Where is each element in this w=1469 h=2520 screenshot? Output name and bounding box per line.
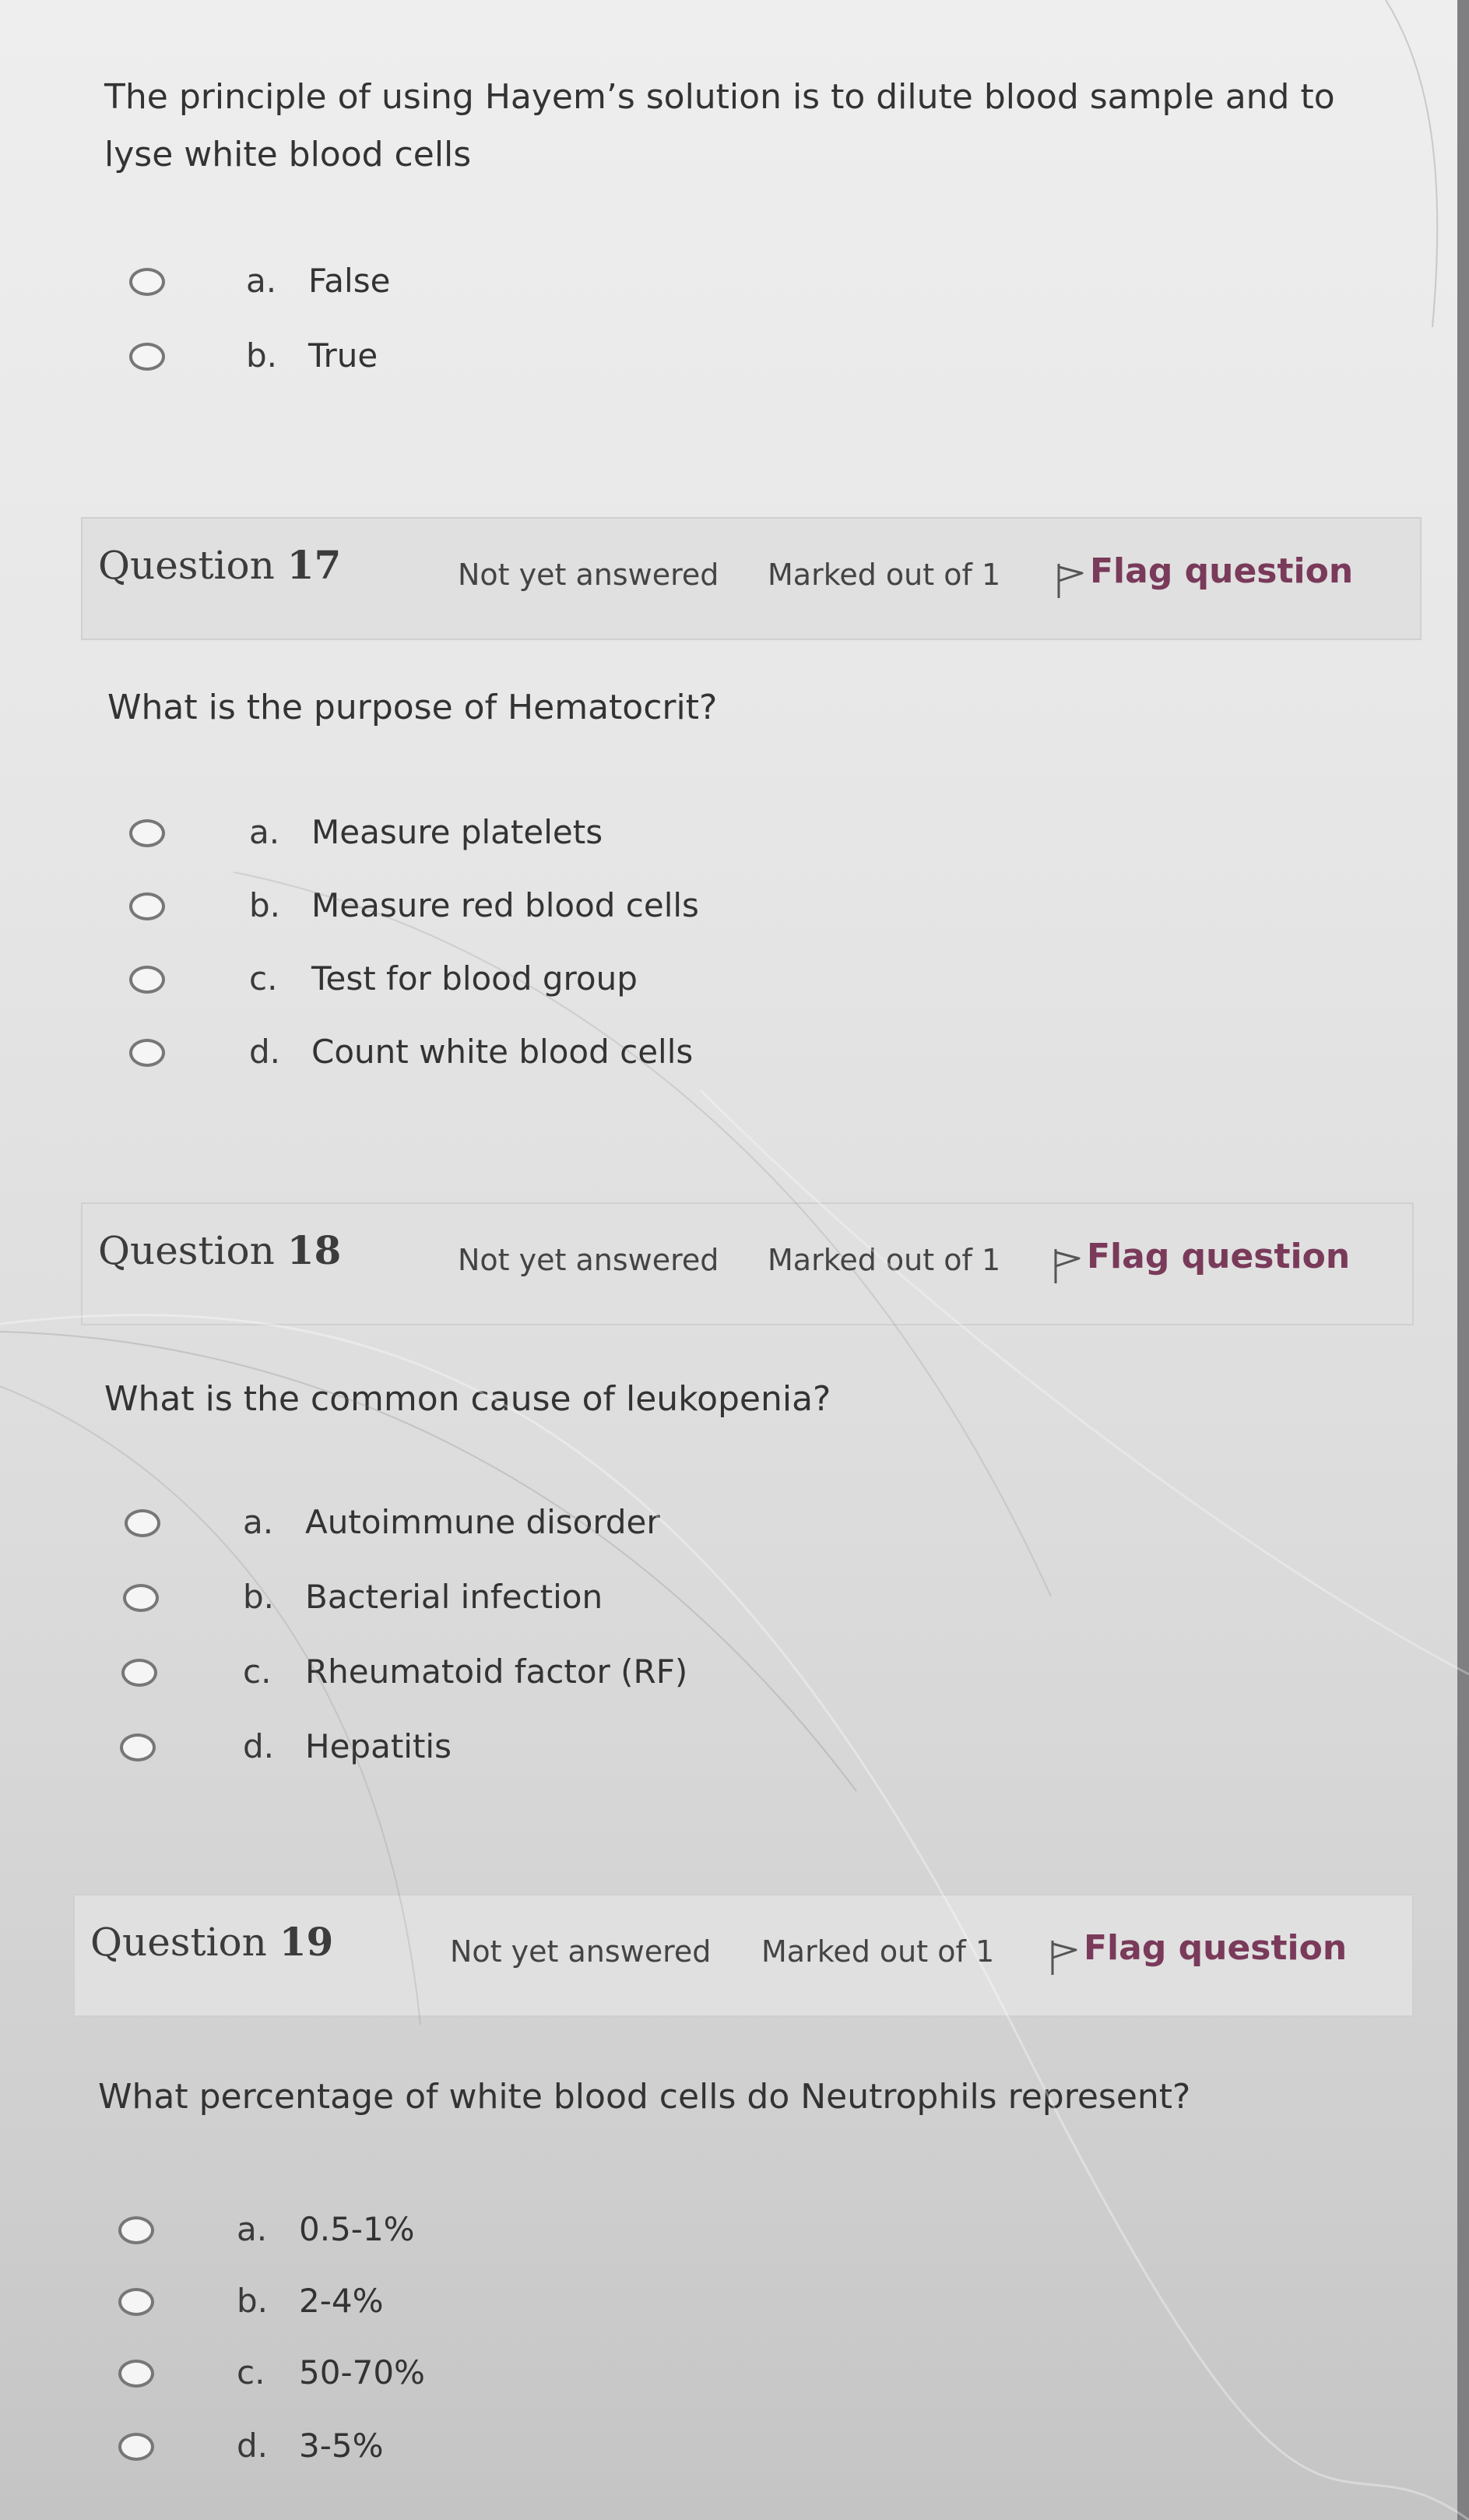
radio-empty-icon[interactable] [129,819,165,847]
flag-question-label[interactable]: Flag question [1090,551,1353,591]
q19-option-a[interactable]: a. 0.5-1% [118,2210,897,2260]
option-letter: b. [237,2282,269,2320]
option-text: Count white blood cells [311,1033,694,1071]
q19-option-d[interactable]: d. 3-5% [118,2427,897,2476]
option-text: 50-70% [299,2353,425,2392]
q16-option-a[interactable]: a. False [129,262,908,311]
q17-option-c[interactable]: c. Test for blood group [129,959,908,1009]
radio-empty-icon[interactable] [129,892,165,920]
option-text: Hepatitis [305,1727,452,1765]
flag-outline-icon[interactable] [1054,562,1085,600]
q19-option-b[interactable]: b. 2-4% [118,2282,897,2332]
radio-empty-icon[interactable] [118,2360,154,2388]
option-letter: b. [246,336,278,375]
radio-empty-icon[interactable] [123,1584,159,1612]
option-letter: c. [237,2353,265,2392]
radio-empty-icon[interactable] [129,966,165,994]
flag-question-button[interactable]: Flag question [1054,551,1353,601]
radio-empty-icon[interactable] [118,2216,154,2244]
flag-outline-icon[interactable] [1048,1939,1079,1976]
q16-option-b[interactable]: b. True [129,336,908,386]
option-letter: c. [243,1652,272,1691]
question-label: Question [98,1228,275,1273]
q18-option-a[interactable]: a. Autoimmune disorder [125,1503,903,1553]
option-text: Bacterial infection [305,1578,603,1616]
radio-empty-icon[interactable] [118,2288,154,2316]
radio-empty-icon[interactable] [125,1509,160,1537]
question-label: Question [98,543,275,588]
question-19-prompt: What percentage of white blood cells do … [98,2077,1191,2117]
option-text: 0.5-1% [299,2210,415,2248]
radio-empty-icon[interactable] [120,1733,156,1762]
radio-empty-icon[interactable] [129,268,165,296]
question-19-title: Question 19 [90,1919,333,1965]
quiz-page: The principle of using Hayem’s solution … [0,0,1457,2520]
option-text: Rheumatoid factor (RF) [305,1652,688,1691]
question-label: Question [90,1920,267,1965]
option-text: Test for blood group [311,959,638,998]
flag-question-button[interactable]: Flag question [1051,1237,1350,1286]
option-text: 2-4% [299,2282,384,2320]
option-text: Autoimmune disorder [305,1503,660,1541]
question-18-info: Question 18 Not yet answered Marked out … [81,1202,1414,1325]
option-letter: b. [243,1578,275,1616]
question-18-title: Question 18 [98,1227,341,1273]
q18-option-c[interactable]: c. Rheumatoid factor (RF) [121,1652,900,1702]
option-text: Measure platelets [311,813,603,851]
flag-question-label[interactable]: Flag question [1087,1237,1350,1276]
q18-option-d[interactable]: d. Hepatitis [120,1727,898,1777]
flag-question-label[interactable]: Flag question [1084,1928,1347,1968]
option-letter: d. [237,2427,269,2465]
q17-option-d[interactable]: d. Count white blood cells [129,1033,908,1082]
flag-outline-icon[interactable] [1051,1248,1082,1285]
question-17-title: Question 17 [98,542,341,588]
option-letter: c. [249,959,278,998]
question-17-prompt: What is the purpose of Hematocrit? [107,688,718,727]
q18-option-b[interactable]: b. Bacterial infection [123,1578,901,1628]
question-marks: Marked out of 1 [761,1934,995,1969]
question-number: 18 [286,1227,342,1273]
option-letter: d. [249,1033,281,1071]
option-text: True [308,336,378,375]
question-18-prompt: What is the common cause of leukopenia? [104,1379,831,1419]
radio-empty-icon[interactable] [129,1039,165,1067]
q17-option-a[interactable]: a. Measure platelets [129,813,908,863]
q19-option-c[interactable]: c. 50-70% [118,2353,897,2403]
question-17-info: Question 17 Not yet answered Marked out … [81,517,1422,640]
option-letter: a. [246,262,277,300]
radio-empty-icon[interactable] [121,1659,157,1687]
radio-empty-icon[interactable] [129,343,165,371]
radio-empty-icon[interactable] [118,2433,154,2461]
option-text: Measure red blood cells [311,886,699,924]
question-19-info: Question 19 Not yet answered Marked out … [73,1894,1414,2017]
question-status: Not yet answered [458,558,719,592]
option-text: 3-5% [299,2427,384,2465]
option-text: False [308,262,391,300]
question-number: 17 [286,542,342,588]
question-number: 19 [279,1919,334,1965]
option-letter: a. [237,2210,268,2248]
q17-option-b[interactable]: b. Measure red blood cells [129,886,908,936]
flag-question-button[interactable]: Flag question [1048,1928,1347,1978]
option-letter: d. [243,1727,275,1765]
question-marks: Marked out of 1 [768,1243,1001,1277]
question-16-prompt: The principle of using Hayem’s solution … [104,77,1335,174]
option-letter: a. [249,813,280,851]
option-letter: a. [243,1503,274,1541]
question-marks: Marked out of 1 [768,558,1001,592]
question-status: Not yet answered [458,1243,719,1277]
option-letter: b. [249,886,281,924]
question-status: Not yet answered [450,1934,712,1969]
